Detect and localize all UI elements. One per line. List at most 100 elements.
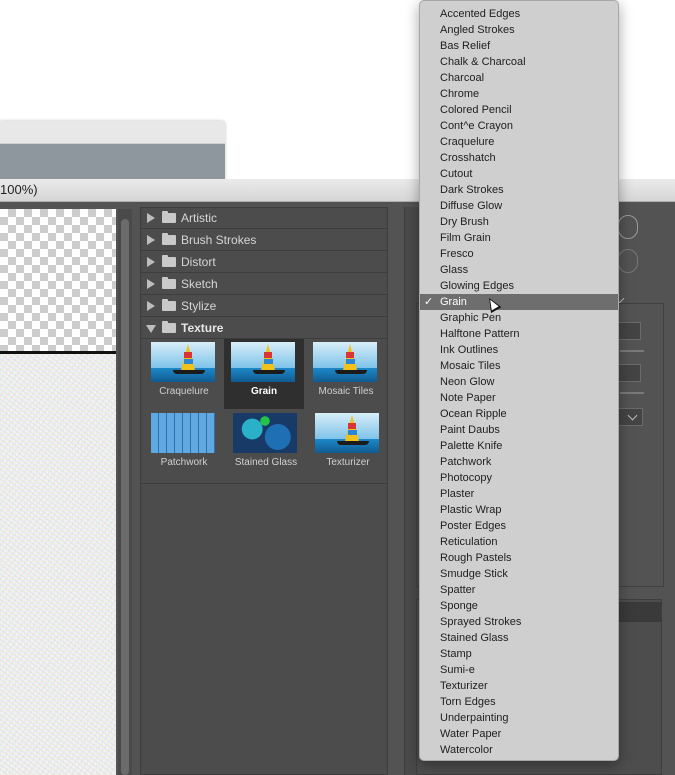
menu-item[interactable]: Stained Glass	[420, 630, 618, 646]
menu-item[interactable]: Craquelure	[420, 134, 618, 150]
menu-item[interactable]: Cont^e Crayon	[420, 118, 618, 134]
thumb-grain[interactable]: Grain	[224, 339, 304, 409]
category-brush-strokes[interactable]: Brush Strokes	[141, 230, 387, 251]
menu-item[interactable]: Dry Brush	[420, 214, 618, 230]
background-window-body	[0, 144, 225, 181]
menu-item[interactable]: Sumi-e	[420, 662, 618, 678]
menu-item[interactable]: Accented Edges	[420, 6, 618, 22]
menu-item[interactable]: Poster Edges	[420, 518, 618, 534]
menu-item-label: Charcoal	[440, 72, 485, 84]
menu-item[interactable]: Underpainting	[420, 710, 618, 726]
transparent-checkerboard	[0, 209, 116, 351]
preview-canvas[interactable]	[0, 209, 116, 775]
menu-item-label: Crosshatch	[440, 152, 496, 164]
disclosure-triangle-icon[interactable]	[147, 257, 155, 267]
category-texture[interactable]: Texture	[141, 318, 387, 339]
intensity-slider[interactable]	[620, 350, 644, 352]
disclosure-triangle-icon[interactable]	[147, 213, 155, 223]
category-label: Artistic	[181, 211, 217, 225]
menu-item[interactable]: Note Paper	[420, 390, 618, 406]
menu-item[interactable]: Mosaic Tiles	[420, 358, 618, 374]
menu-item[interactable]: Ocean Ripple	[420, 406, 618, 422]
disclosure-triangle-icon[interactable]	[147, 301, 155, 311]
category-distort[interactable]: Distort	[141, 252, 387, 273]
menu-item-label: Craquelure	[440, 136, 495, 148]
menu-item[interactable]: Sponge	[420, 598, 618, 614]
category-sketch[interactable]: Sketch	[141, 274, 387, 295]
menu-item[interactable]: Charcoal	[420, 70, 618, 86]
menu-item[interactable]: Patchwork	[420, 454, 618, 470]
menu-item[interactable]: Torn Edges	[420, 694, 618, 710]
menu-item[interactable]: Texturizer	[420, 678, 618, 694]
thumb-mosaic-tiles[interactable]: Mosaic Tiles	[306, 339, 386, 409]
menu-item[interactable]: Plaster	[420, 486, 618, 502]
menu-item[interactable]: Photocopy	[420, 470, 618, 486]
menu-item[interactable]: Sprayed Strokes	[420, 614, 618, 630]
menu-item[interactable]: Halftone Pattern	[420, 326, 618, 342]
disclosure-triangle-open-icon[interactable]	[146, 325, 156, 333]
menu-item-label: Patchwork	[440, 456, 492, 468]
thumb-divider	[141, 483, 387, 484]
menu-item[interactable]: Smudge Stick	[420, 566, 618, 582]
menu-item[interactable]: Reticulation	[420, 534, 618, 550]
menu-item[interactable]: Paint Daubs	[420, 422, 618, 438]
menu-item-label: Reticulation	[440, 536, 498, 548]
menu-item[interactable]: Plastic Wrap	[420, 502, 618, 518]
ok-button-edge[interactable]	[618, 215, 638, 239]
menu-item-label: Dark Strokes	[440, 184, 504, 196]
menu-item[interactable]: Spatter	[420, 582, 618, 598]
menu-item[interactable]: Angled Strokes	[420, 22, 618, 38]
menu-item[interactable]: Palette Knife	[420, 438, 618, 454]
disclosure-triangle-icon[interactable]	[147, 235, 155, 245]
category-stylize[interactable]: Stylize	[141, 296, 387, 317]
menu-item[interactable]: Cutout	[420, 166, 618, 182]
disclosure-triangle-icon[interactable]	[147, 279, 155, 289]
menu-item[interactable]: Ink Outlines	[420, 342, 618, 358]
menu-item-label: Photocopy	[440, 472, 492, 484]
menu-item[interactable]: ✓ Grain	[420, 294, 618, 310]
menu-item[interactable]: Neon Glow	[420, 374, 618, 390]
cancel-button-edge[interactable]	[618, 249, 638, 273]
effect-layer-row[interactable]	[617, 602, 661, 622]
contrast-slider[interactable]	[620, 392, 644, 394]
menu-item-label: Watercolor	[440, 744, 493, 756]
menu-item-label: Bas Relief	[440, 40, 491, 52]
window-title-zoom: 100%)	[0, 182, 38, 197]
menu-item[interactable]: Film Grain	[420, 230, 618, 246]
menu-item[interactable]: Diffuse Glow	[420, 198, 618, 214]
filter-category-panel: Artistic Brush Strokes Distort Sketch St…	[140, 207, 388, 775]
menu-item[interactable]: Rough Pastels	[420, 550, 618, 566]
contrast-field[interactable]	[617, 364, 641, 382]
menu-item[interactable]: Stamp	[420, 646, 618, 662]
menu-item[interactable]: Glowing Edges	[420, 278, 618, 294]
thumb-texturizer[interactable]: Texturizer	[308, 410, 388, 480]
thumb-craquelure[interactable]: Craquelure	[144, 339, 224, 409]
thumb-label: Craquelure	[159, 386, 209, 397]
menu-item-label: Poster Edges	[440, 520, 507, 532]
category-artistic[interactable]: Artistic	[141, 208, 387, 229]
menu-item[interactable]: Colored Pencil	[420, 102, 618, 118]
thumb-label: Stained Glass	[234, 457, 298, 468]
menu-item[interactable]: Water Paper	[420, 726, 618, 742]
menu-item[interactable]: Crosshatch	[420, 150, 618, 166]
intensity-field[interactable]	[617, 322, 641, 340]
menu-item-label: Glowing Edges	[440, 280, 514, 292]
thumb-stained-glass[interactable]: Stained Glass	[226, 410, 306, 480]
menu-item[interactable]: Graphic Pen	[420, 310, 618, 326]
menu-item[interactable]: Dark Strokes	[420, 182, 618, 198]
menu-item[interactable]: Chrome	[420, 86, 618, 102]
menu-item-label: Water Paper	[440, 728, 502, 740]
menu-item[interactable]: Fresco	[420, 246, 618, 262]
menu-item[interactable]: Watercolor	[420, 742, 618, 758]
checkmark-icon: ✓	[424, 296, 434, 308]
thumb-patchwork[interactable]: Patchwork	[144, 410, 224, 480]
folder-icon	[162, 321, 176, 333]
menu-item[interactable]: Chalk & Charcoal	[420, 54, 618, 70]
menu-item[interactable]: Bas Relief	[420, 38, 618, 54]
menu-item-label: Smudge Stick	[440, 568, 508, 580]
preview-scrollbar[interactable]	[118, 209, 132, 775]
menu-item[interactable]: Glass	[420, 262, 618, 278]
menu-item-label: Halftone Pattern	[440, 328, 520, 340]
menu-item-label: Texturizer	[440, 680, 488, 692]
scrollbar-thumb[interactable]	[121, 219, 129, 775]
